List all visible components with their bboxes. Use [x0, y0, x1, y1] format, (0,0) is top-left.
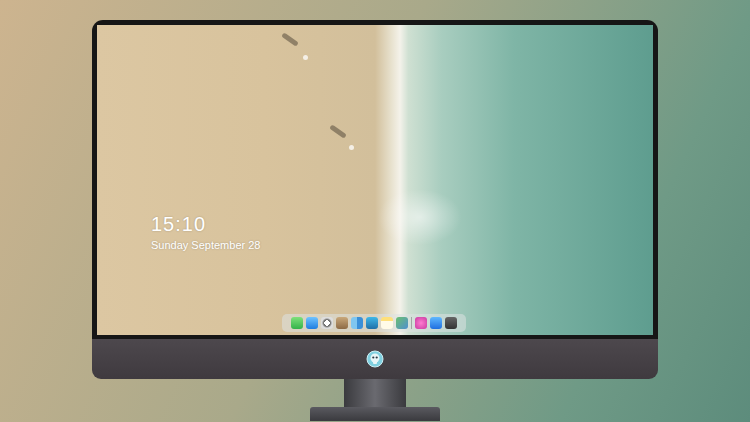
finder-icon[interactable] [351, 317, 363, 329]
dock [282, 314, 466, 332]
brand-logo-icon [366, 350, 384, 368]
mail-icon[interactable] [306, 317, 318, 329]
clock: 15:10 [151, 212, 206, 236]
video-icon[interactable] [366, 317, 378, 329]
beach-shadow [329, 124, 347, 138]
monitor: 15:10 Sunday September 28 [92, 20, 658, 421]
camera-icon[interactable] [445, 317, 457, 329]
photos-icon[interactable] [396, 317, 408, 329]
browser-icon[interactable] [321, 317, 333, 329]
monitor-chin [92, 339, 658, 379]
contacts-icon[interactable] [336, 317, 348, 329]
person-figure [349, 145, 354, 150]
dock-separator [411, 317, 412, 329]
messages-icon[interactable] [291, 317, 303, 329]
person-figure [303, 55, 308, 60]
music-icon[interactable] [415, 317, 427, 329]
desktop-wallpaper: 15:10 Sunday September 28 [97, 25, 653, 335]
beach-shadow [281, 32, 299, 46]
date-label: Sunday September 28 [151, 238, 260, 252]
stand-neck [344, 379, 406, 407]
bezel: 15:10 Sunday September 28 [92, 20, 658, 339]
notes-icon[interactable] [381, 317, 393, 329]
app-store-icon[interactable] [430, 317, 442, 329]
stand-base [310, 407, 440, 421]
